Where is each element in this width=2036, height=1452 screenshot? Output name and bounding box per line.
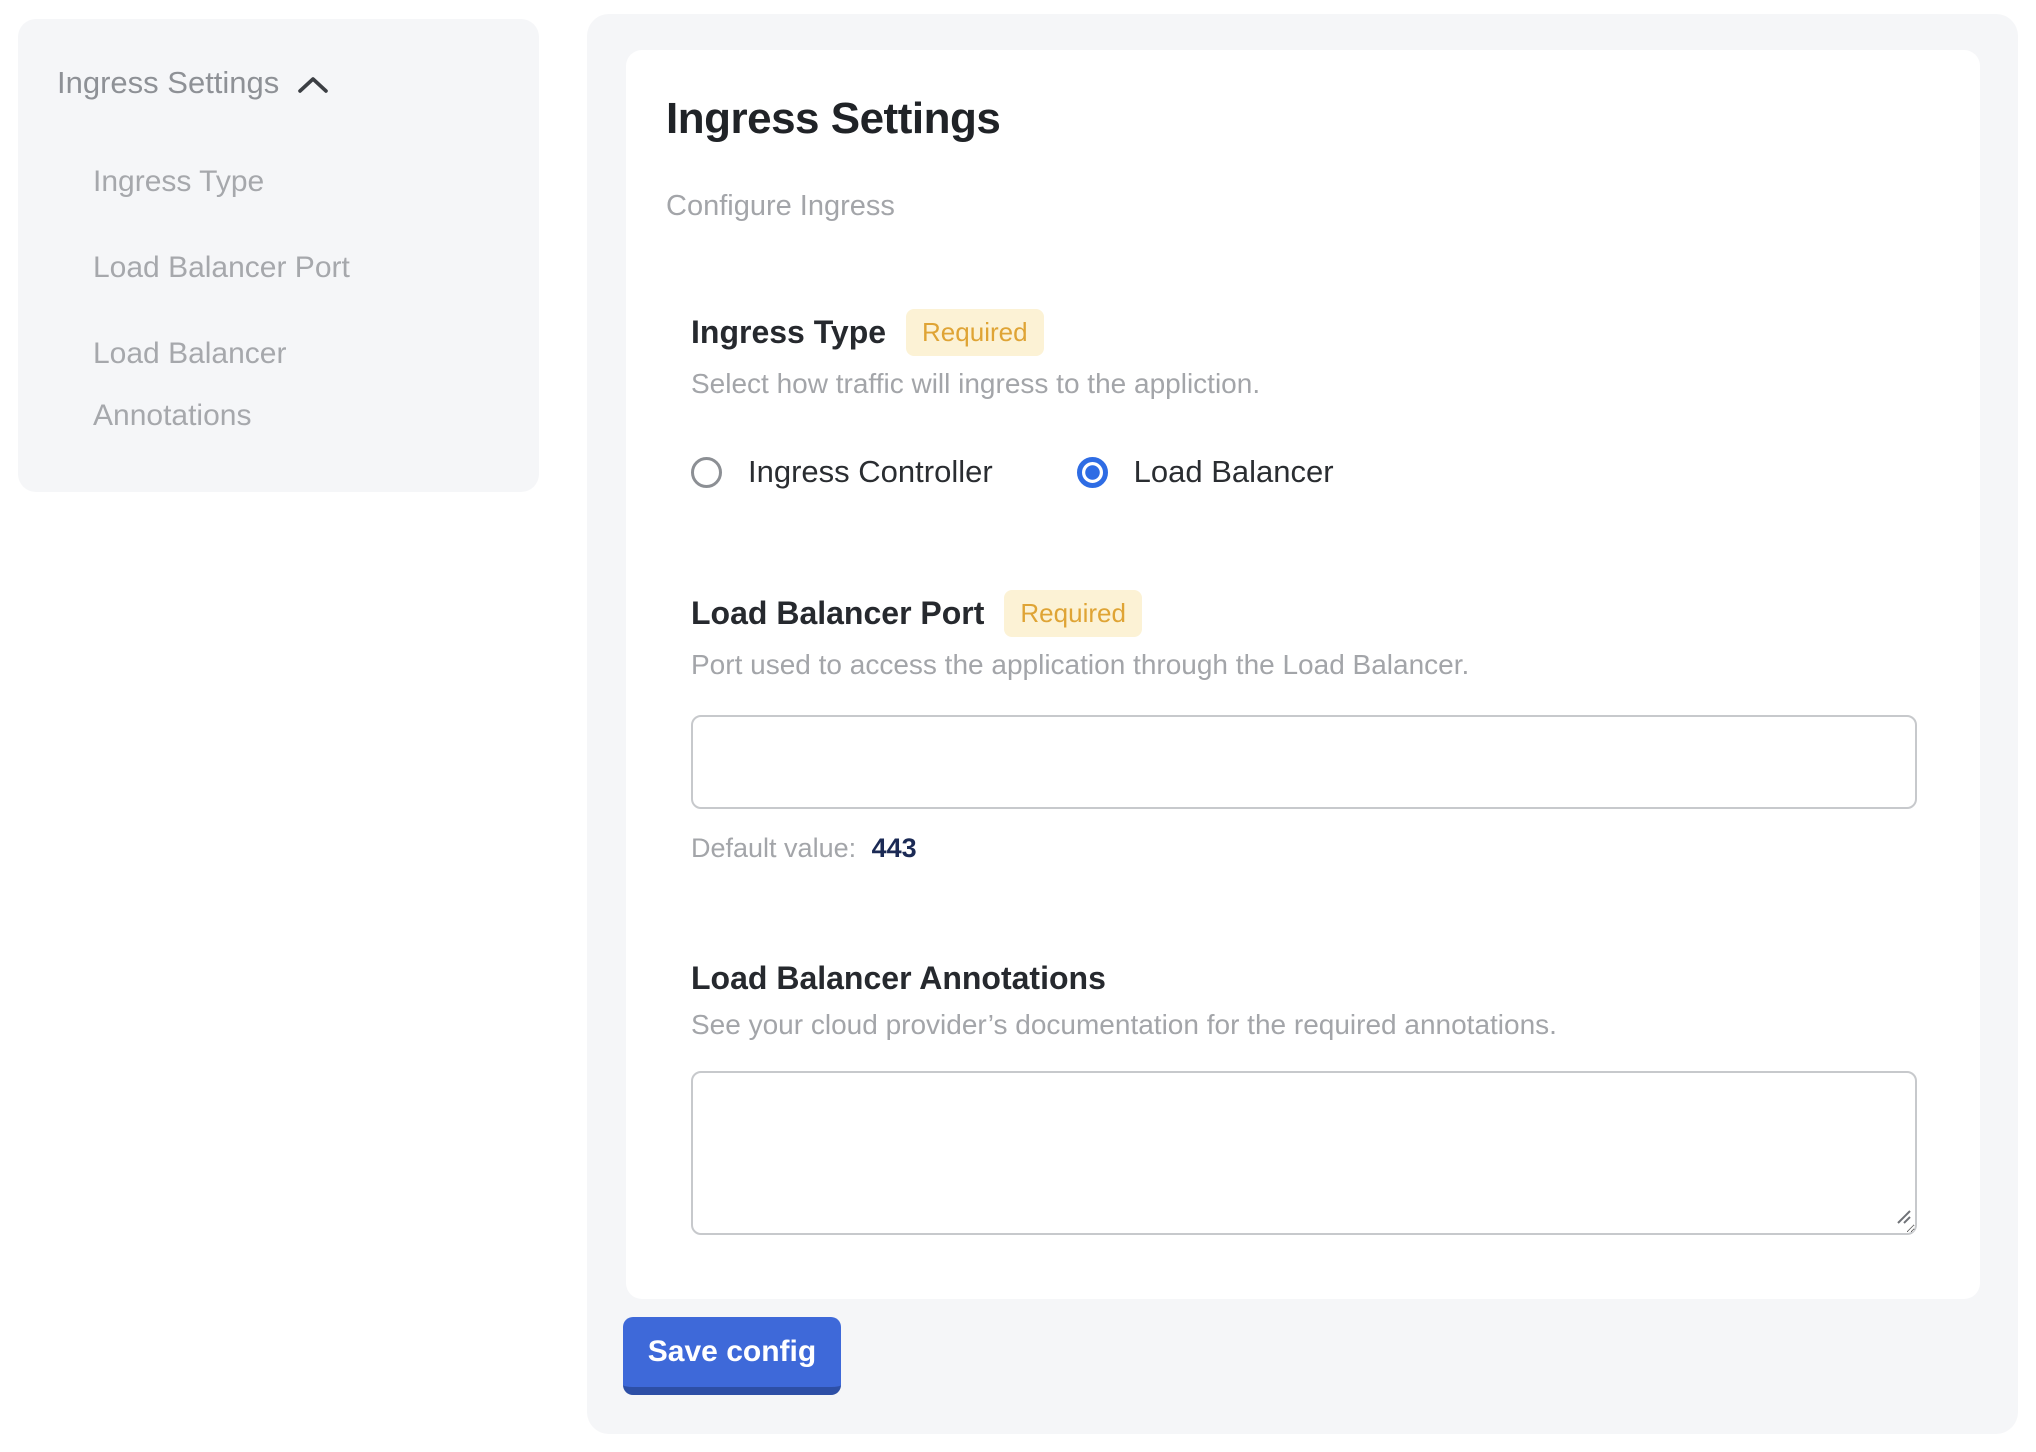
page-title: Ingress Settings bbox=[666, 94, 1940, 144]
section-ingress-type: Ingress Type Required Select how traffic… bbox=[691, 309, 1917, 490]
lb-port-default-line: Default value: 443 bbox=[691, 833, 1917, 864]
radio-ingress-controller[interactable]: Ingress Controller bbox=[691, 454, 993, 490]
sidebar-item-load-balancer-port[interactable]: Load Balancer Port bbox=[93, 237, 403, 299]
lb-annotations-textarea[interactable] bbox=[691, 1071, 1917, 1235]
radio-load-balancer-label: Load Balancer bbox=[1134, 454, 1334, 490]
required-badge: Required bbox=[906, 309, 1044, 356]
section-load-balancer-annotations: Load Balancer Annotations See your cloud… bbox=[691, 960, 1917, 1235]
ingress-type-options: Ingress Controller Load Balancer bbox=[691, 454, 1917, 490]
sidebar-section-ingress-settings[interactable]: Ingress Settings bbox=[57, 65, 515, 101]
radio-ingress-controller-icon[interactable] bbox=[691, 457, 722, 488]
sidebar-subitems: Ingress Type Load Balancer Port Load Bal… bbox=[93, 151, 403, 447]
lb-port-default-label: Default value: bbox=[691, 833, 856, 863]
radio-load-balancer-icon[interactable] bbox=[1077, 457, 1108, 488]
form-sections: Ingress Type Required Select how traffic… bbox=[691, 309, 1917, 1235]
sidebar-item-ingress-type[interactable]: Ingress Type bbox=[93, 151, 403, 213]
lb-port-default-value: 443 bbox=[872, 833, 917, 863]
radio-ingress-controller-label: Ingress Controller bbox=[748, 454, 993, 490]
page-subtitle: Configure Ingress bbox=[666, 190, 1940, 223]
lb-port-label: Load Balancer Port bbox=[691, 595, 984, 632]
section-load-balancer-port: Load Balancer Port Required Port used to… bbox=[691, 590, 1917, 864]
save-config-button[interactable]: Save config bbox=[623, 1317, 841, 1395]
required-badge: Required bbox=[1004, 590, 1142, 637]
lb-annotations-label: Load Balancer Annotations bbox=[691, 960, 1106, 997]
radio-load-balancer[interactable]: Load Balancer bbox=[1077, 454, 1334, 490]
lb-port-input[interactable] bbox=[691, 715, 1917, 809]
settings-sidebar: Ingress Settings Ingress Type Load Balan… bbox=[18, 19, 539, 492]
sidebar-section-label: Ingress Settings bbox=[57, 65, 279, 101]
lb-port-description: Port used to access the application thro… bbox=[691, 649, 1917, 681]
ingress-type-description: Select how traffic will ingress to the a… bbox=[691, 368, 1917, 400]
config-panel: Ingress Settings Configure Ingress Ingre… bbox=[587, 14, 2018, 1434]
lb-annotations-description: See your cloud provider’s documentation … bbox=[691, 1009, 1917, 1041]
sidebar-item-load-balancer-annotations[interactable]: Load Balancer Annotations bbox=[93, 323, 403, 447]
ingress-type-label: Ingress Type bbox=[691, 314, 886, 351]
chevron-up-icon bbox=[297, 74, 329, 96]
ingress-settings-card: Ingress Settings Configure Ingress Ingre… bbox=[626, 50, 1980, 1299]
